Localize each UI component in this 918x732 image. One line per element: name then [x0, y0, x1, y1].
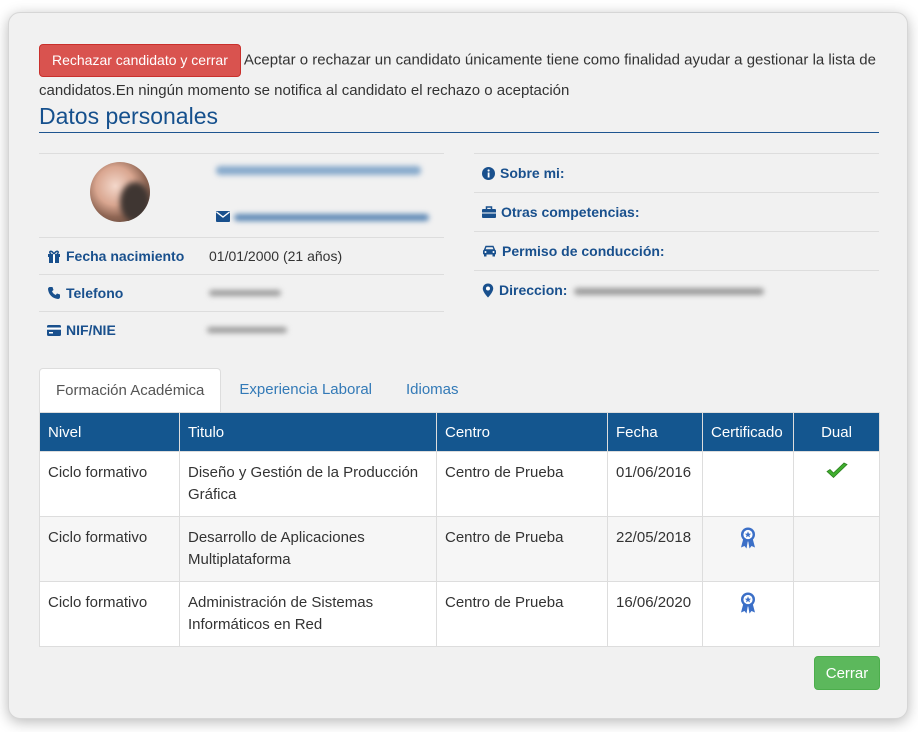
nif-value	[201, 312, 444, 348]
cell-fecha: 16/06/2020	[607, 581, 703, 647]
candidate-modal: Rechazar candidato y cerrar Aceptar o rec…	[8, 12, 908, 719]
cell-fecha: 22/05/2018	[607, 516, 703, 582]
cell-certificado	[702, 581, 794, 647]
phone-value	[201, 275, 444, 311]
redacted-name	[216, 166, 421, 175]
tab-idiomas[interactable]: Idiomas	[390, 368, 475, 412]
birthdate-label: Fecha nacimiento	[66, 248, 185, 264]
skills-label: Otras competencias:	[501, 204, 640, 220]
redacted-phone	[209, 290, 281, 296]
cell-titulo: Desarrollo de Aplicaciones Multiplatafor…	[179, 516, 437, 582]
birthdate-row: Fecha nacimiento 01/01/2000 (21 años)	[39, 237, 444, 274]
section-title: Datos personales	[39, 99, 879, 133]
profile-row	[39, 153, 444, 237]
col-dual: Dual	[793, 412, 880, 452]
address-label: Direccion:	[499, 282, 568, 298]
cell-dual	[793, 451, 880, 517]
redacted-nif	[207, 327, 287, 333]
phone-row: Telefono	[39, 274, 444, 311]
nif-row: NIF/NIE	[39, 311, 444, 348]
notice-area: Rechazar candidato y cerrar Aceptar o rec…	[39, 44, 879, 105]
cell-centro: Centro de Prueba	[436, 581, 608, 647]
gift-icon	[47, 249, 61, 263]
col-titulo: Titulo	[179, 412, 437, 452]
cell-fecha: 01/06/2016	[607, 451, 703, 517]
email-line	[216, 211, 230, 222]
cell-titulo: Administración de Sistemas Informáticos …	[179, 581, 437, 647]
table-row: Ciclo formativo Administración de Sistem…	[39, 581, 880, 647]
car-icon	[482, 245, 497, 257]
tab-formacion-academica[interactable]: Formación Académica	[39, 368, 222, 412]
cell-nivel: Ciclo formativo	[39, 516, 180, 582]
cell-centro: Centro de Prueba	[436, 451, 608, 517]
nif-label: NIF/NIE	[66, 322, 116, 338]
ribbon-award-icon	[739, 592, 757, 614]
envelope-icon	[216, 211, 230, 222]
avatar-cell	[39, 154, 201, 237]
cell-nivel: Ciclo formativo	[39, 451, 180, 517]
avatar	[90, 162, 150, 222]
driving-license-row: Permiso de conducción:	[474, 231, 879, 270]
skills-row: Otras competencias:	[474, 192, 879, 231]
id-card-icon	[47, 324, 61, 336]
name-cell	[201, 154, 444, 237]
about-me-label: Sobre mi:	[500, 165, 565, 181]
info-circle-icon	[482, 166, 495, 180]
tabs-bar: Formación Académica Experiencia Laboral …	[39, 368, 879, 412]
education-table: Nivel Titulo Centro Fecha Certificado Du…	[39, 412, 880, 647]
driving-license-label: Permiso de conducción:	[502, 243, 665, 259]
col-centro: Centro	[436, 412, 608, 452]
close-button[interactable]: Cerrar	[814, 656, 880, 690]
cell-centro: Centro de Prueba	[436, 516, 608, 582]
table-row: Ciclo formativo Desarrollo de Aplicacion…	[39, 516, 880, 582]
col-nivel: Nivel	[39, 412, 180, 452]
col-fecha: Fecha	[607, 412, 703, 452]
phone-icon	[47, 286, 61, 300]
cell-nivel: Ciclo formativo	[39, 581, 180, 647]
ribbon-award-icon	[739, 527, 757, 549]
cell-certificado	[702, 451, 794, 517]
check-icon	[825, 462, 849, 480]
cell-dual	[793, 581, 880, 647]
personal-data-left: Fecha nacimiento 01/01/2000 (21 años) Te…	[39, 153, 444, 348]
about-me-row: Sobre mi:	[474, 153, 879, 192]
address-row: Direccion:	[474, 270, 879, 309]
cell-certificado	[702, 516, 794, 582]
redacted-email	[234, 214, 429, 221]
table-header-row: Nivel Titulo Centro Fecha Certificado Du…	[39, 412, 880, 452]
briefcase-icon	[482, 206, 496, 218]
table-row: Ciclo formativo Diseño y Gestión de la P…	[39, 451, 880, 517]
birthdate-value: 01/01/2000 (21 años)	[209, 248, 343, 264]
redacted-address	[574, 288, 764, 295]
map-marker-icon	[482, 283, 494, 298]
col-certificado: Certificado	[702, 412, 794, 452]
cell-dual	[793, 516, 880, 582]
personal-data-right: Sobre mi: Otras competencias: Permiso de…	[474, 153, 879, 309]
tab-experiencia-laboral[interactable]: Experiencia Laboral	[223, 368, 388, 412]
reject-candidate-button[interactable]: Rechazar candidato y cerrar	[39, 44, 241, 77]
cell-titulo: Diseño y Gestión de la Producción Gráfic…	[179, 451, 437, 517]
phone-label: Telefono	[66, 285, 124, 301]
